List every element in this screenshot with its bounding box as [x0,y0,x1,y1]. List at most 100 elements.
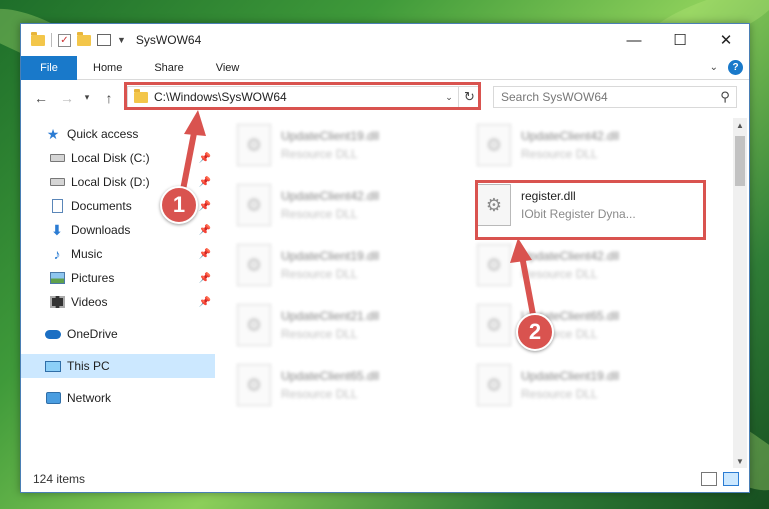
large-icons-view-icon[interactable] [723,472,739,486]
disk-icon [49,151,65,165]
expand-ribbon-chevron-icon[interactable]: ⌄ [710,62,718,73]
file-name: UpdateClient65.dll [281,369,380,383]
address-dropdown-chevron-icon[interactable]: ⌄ [440,92,458,103]
window-title: SysWOW64 [135,33,202,47]
search-box[interactable]: ⚲ [493,86,737,108]
recent-locations-chevron-icon[interactable]: ▾ [77,92,97,103]
refresh-icon[interactable]: ↻ [458,87,480,107]
pin-icon[interactable]: 📌 [199,249,211,260]
dll-file-icon: ⚙ [237,364,271,406]
file-item[interactable]: ⚙ UpdateClient65.dll Resource DLL [227,361,455,409]
file-item[interactable]: ⚙ UpdateClient42.dll Resource DLL [467,241,695,289]
sidebar-item-onedrive[interactable]: OneDrive [21,322,215,346]
step1-badge: 1 [160,186,198,224]
folder-icon [31,31,45,46]
dll-file-icon: ⚙ [237,244,271,286]
sidebar-item-label: Local Disk (D:) [71,175,150,189]
file-name: UpdateClient19.dll [281,249,380,263]
dll-file-icon: ⚙ [477,244,511,286]
sidebar-item-this-pc[interactable]: This PC [21,354,215,378]
onedrive-icon [45,327,61,341]
file-item[interactable]: ⚙ UpdateClient65.dll Resource DLL [467,301,695,349]
file-item[interactable]: ⚙ UpdateClient42.dll Resource DLL [227,181,455,229]
disk-icon [49,175,65,189]
file-item[interactable]: ⚙ UpdateClient21.dll Resource DLL [227,301,455,349]
sidebar-item-label: Quick access [67,127,139,141]
dll-file-icon: ⚙ [477,184,511,226]
sidebar-item-label: Network [67,391,112,405]
title-bar: ✓ ▼ SysWOW64 — ☐ ✕ [21,24,749,56]
pin-icon[interactable]: 📌 [199,201,211,212]
search-input[interactable] [501,90,714,104]
music-icon: ♪ [53,246,61,262]
scroll-up-arrow-icon[interactable]: ▲ [733,118,747,132]
file-name: UpdateClient42.dll [281,189,380,203]
sidebar-item-pictures[interactable]: Pictures 📌 [21,266,215,290]
file-name: register.dll [521,189,576,203]
file-list: ⚙ UpdateClient19.dll Resource DLL ⚙ Updat… [227,115,733,465]
address-bar[interactable]: C:\Windows\SysWOW64 ⌄ ↻ [127,86,481,108]
star-icon: ★ [46,125,60,142]
file-type: Resource DLL [281,147,358,161]
file-name: UpdateClient19.dll [521,369,620,383]
ribbon-tabs: File Home Share View ⌄ ? [21,55,749,80]
file-type: Resource DLL [281,207,358,221]
file-name: UpdateClient21.dll [281,309,380,323]
file-name: UpdateClient42.dll [521,249,620,263]
search-icon[interactable]: ⚲ [714,89,736,105]
address-path[interactable]: C:\Windows\SysWOW64 [154,90,440,104]
pin-icon[interactable]: 📌 [199,177,211,188]
file-item[interactable]: ⚙ UpdateClient42.dll Resource DLL [467,121,695,169]
close-button[interactable]: ✕ [703,24,749,56]
pin-icon[interactable]: 📌 [199,273,211,284]
dll-file-icon: ⚙ [237,124,271,166]
pin-icon[interactable]: 📌 [199,153,211,164]
pictures-icon [49,271,65,285]
file-type: Resource DLL [521,147,598,161]
file-type: Resource DLL [521,387,598,401]
sidebar-item-label: Local Disk (C:) [71,151,150,165]
pin-icon[interactable]: 📌 [199,225,211,236]
file-item[interactable]: ⚙ UpdateClient19.dll Resource DLL [227,241,455,289]
minimize-button[interactable]: — [611,24,657,56]
file-item[interactable]: ⚙ UpdateClient19.dll Resource DLL [227,121,455,169]
network-icon [45,391,61,405]
sidebar-item-quick-access[interactable]: ★ Quick access [21,122,215,146]
file-item-register-dll[interactable]: ⚙ register.dll IObit Register Dyna... [467,181,695,229]
sidebar-item-network[interactable]: Network [21,386,215,410]
view-switcher [701,472,739,486]
details-view-icon[interactable] [701,472,717,486]
forward-arrow-icon[interactable]: → [57,90,77,106]
back-arrow-icon[interactable]: ← [31,90,51,106]
sidebar-item-label: Downloads [71,223,131,237]
customize-toolbar-chevron-icon[interactable]: ▼ [117,35,126,45]
tab-view[interactable]: View [200,56,256,80]
maximize-button[interactable]: ☐ [657,24,703,56]
tab-file[interactable]: File [21,55,77,80]
help-icon[interactable]: ? [728,60,743,75]
file-item[interactable]: ⚙ UpdateClient19.dll Resource DLL [467,361,695,409]
sidebar-item-videos[interactable]: Videos 📌 [21,290,215,314]
sidebar-item-music[interactable]: ♪ Music 📌 [21,242,215,266]
tab-home[interactable]: Home [77,56,138,80]
pin-icon[interactable]: 📌 [199,297,211,308]
dll-file-icon: ⚙ [477,364,511,406]
tab-share[interactable]: Share [138,56,199,80]
sidebar-item-label: Documents [71,199,132,213]
properties-check-icon[interactable]: ✓ [58,33,71,47]
properties-icon[interactable] [97,34,111,46]
file-type: Resource DLL [281,387,358,401]
vertical-scrollbar[interactable]: ▲ ▼ [733,118,747,468]
scrollbar-thumb[interactable] [735,136,745,186]
navigation-bar: ← → ▾ ↑ C:\Windows\SysWOW64 ⌄ ↻ ⚲ [21,80,749,115]
up-arrow-icon[interactable]: ↑ [99,90,119,106]
new-folder-icon[interactable] [77,31,91,46]
dll-file-icon: ⚙ [237,304,271,346]
sidebar-item-local-disk-c[interactable]: Local Disk (C:) 📌 [21,146,215,170]
sidebar-item-label: Pictures [71,271,115,285]
ribbon-right-controls: ⌄ ? [710,60,743,75]
videos-icon [49,295,65,309]
dll-file-icon: ⚙ [477,304,511,346]
file-type: Resource DLL [281,267,358,281]
step2-badge: 2 [516,313,554,351]
